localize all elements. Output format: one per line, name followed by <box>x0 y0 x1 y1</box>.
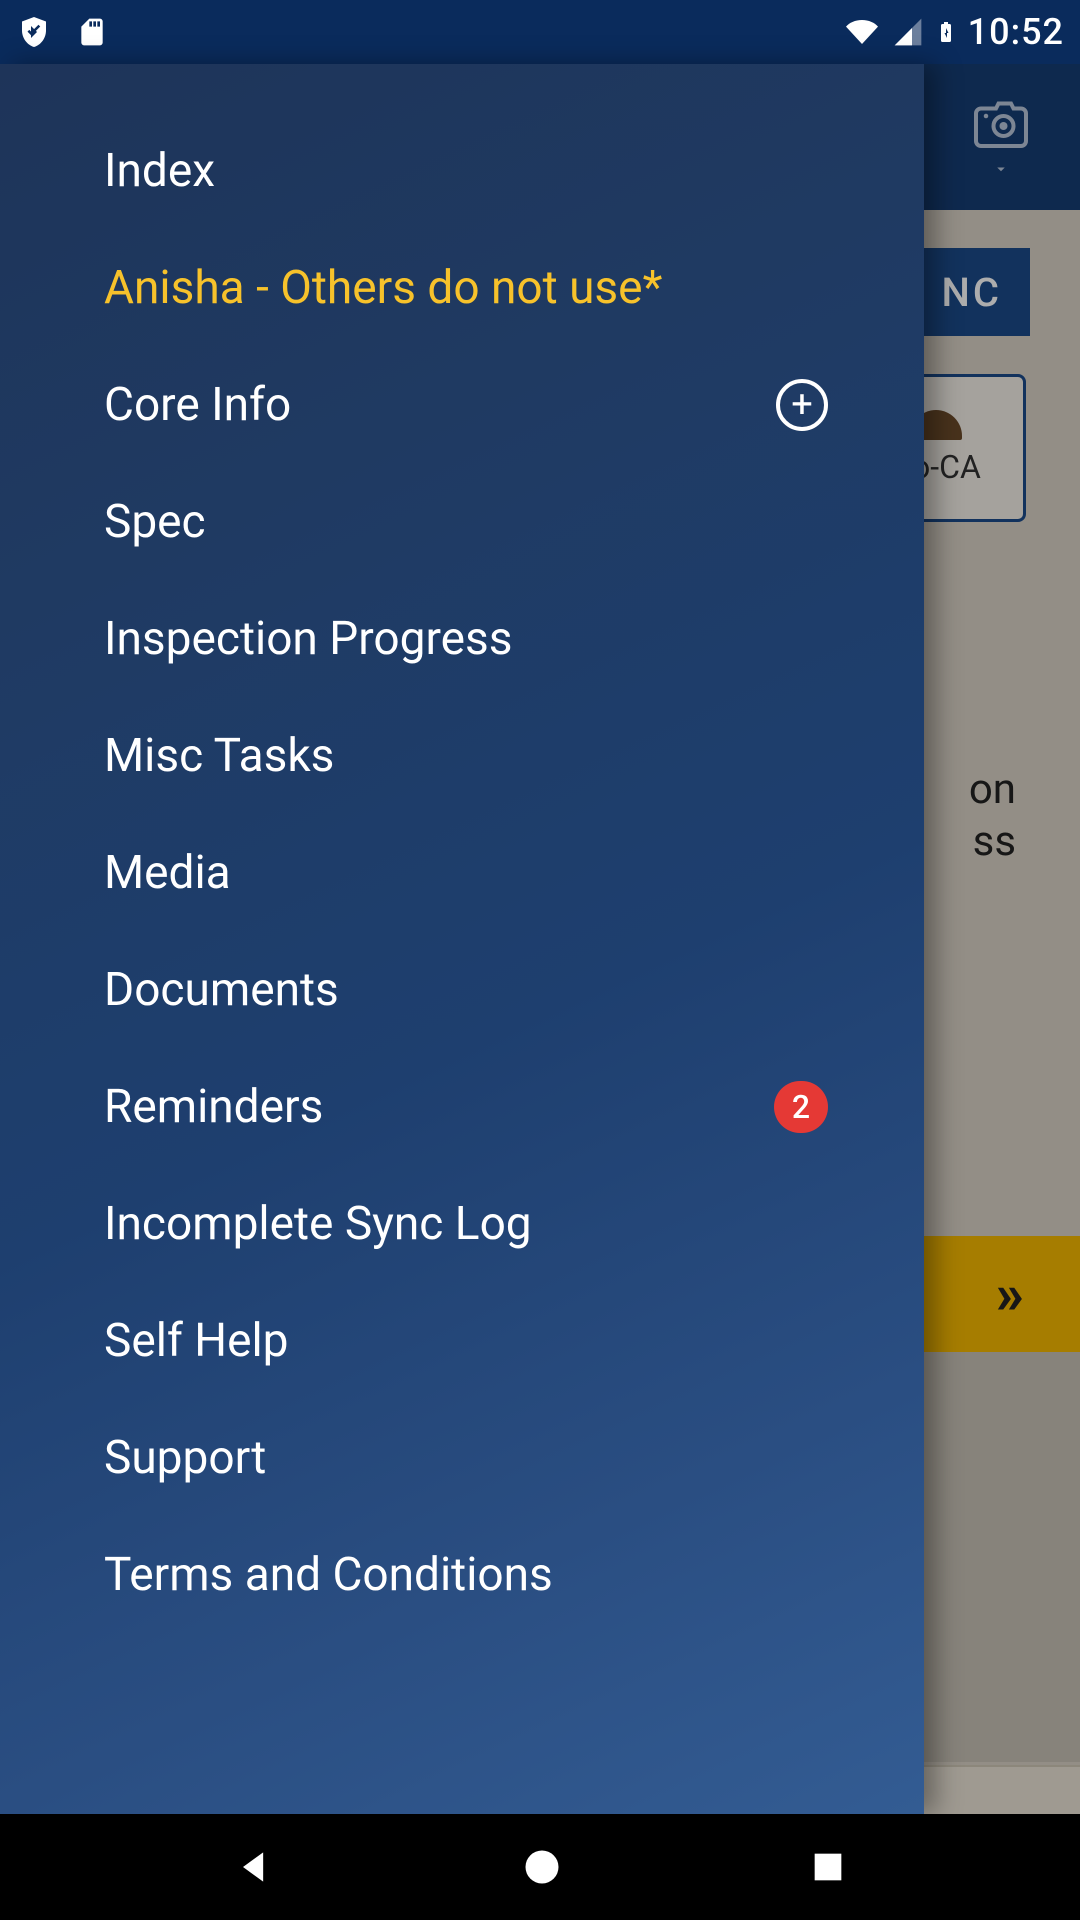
drawer-item-media[interactable]: Media <box>0 814 924 931</box>
drawer-item-label: Spec <box>104 495 206 549</box>
background-text: on ss <box>969 764 1016 868</box>
sync-button-label: NC <box>942 269 1003 316</box>
drawer-item-anisha[interactable]: Anisha - Others do not use* <box>0 229 924 346</box>
drawer-item-action[interactable] <box>776 379 828 431</box>
drawer-item-incomplete-sync-log[interactable]: Incomplete Sync Log <box>0 1165 924 1282</box>
drawer-item-label: Reminders <box>104 1080 323 1134</box>
drawer-item-core-info[interactable]: Core Info <box>0 346 924 463</box>
sync-button[interactable]: NC <box>914 248 1031 336</box>
drawer-item-label: Terms and Conditions <box>104 1548 553 1602</box>
screen: 10:52 NC Co-CA on ss » Index <box>0 0 1080 1920</box>
chevron-down-icon <box>987 160 1015 178</box>
wifi-icon <box>842 16 882 48</box>
status-bar: 10:52 <box>0 0 1080 64</box>
nav-back-icon[interactable] <box>232 1845 276 1889</box>
drawer-item-label: Support <box>104 1431 266 1485</box>
battery-charging-icon <box>934 12 958 52</box>
navigation-drawer: Index Anisha - Others do not use* Core I… <box>0 64 924 1814</box>
camera-dropdown[interactable] <box>962 96 1040 178</box>
signal-icon <box>892 16 924 48</box>
drawer-item-label: Inspection Progress <box>104 612 513 666</box>
drawer-item-label: Media <box>104 846 231 900</box>
drawer-item-terms[interactable]: Terms and Conditions <box>0 1516 924 1633</box>
status-right: 10:52 <box>842 11 1064 53</box>
status-time: 10:52 <box>968 11 1064 53</box>
nav-home-icon[interactable] <box>520 1845 564 1889</box>
drawer-item-index[interactable]: Index <box>0 112 924 229</box>
drawer-item-label: Misc Tasks <box>104 729 334 783</box>
android-nav-bar <box>0 1814 1080 1920</box>
status-left <box>16 12 108 52</box>
drawer-item-misc-tasks[interactable]: Misc Tasks <box>0 697 924 814</box>
drawer-item-reminders[interactable]: Reminders 2 <box>0 1048 924 1165</box>
reminder-count-badge: 2 <box>774 1081 828 1133</box>
bg-text-line2: ss <box>969 816 1016 868</box>
shield-icon <box>16 12 52 52</box>
nav-recent-icon[interactable] <box>808 1847 848 1887</box>
drawer-item-label: Documents <box>104 963 339 1017</box>
drawer-item-label: Core Info <box>104 378 291 432</box>
bg-text-line1: on <box>969 764 1016 816</box>
camera-icon <box>962 96 1040 156</box>
double-chevron-right-icon: » <box>996 1261 1024 1327</box>
drawer-item-support[interactable]: Support <box>0 1399 924 1516</box>
drawer-item-self-help[interactable]: Self Help <box>0 1282 924 1399</box>
drawer-item-badge-wrap: 2 <box>774 1081 828 1133</box>
drawer-item-label: Self Help <box>104 1314 289 1368</box>
drawer-item-inspection-progress[interactable]: Inspection Progress <box>0 580 924 697</box>
drawer-item-label: Incomplete Sync Log <box>104 1197 532 1251</box>
drawer-item-documents[interactable]: Documents <box>0 931 924 1048</box>
drawer-item-spec[interactable]: Spec <box>0 463 924 580</box>
sd-card-icon <box>76 12 108 52</box>
drawer-item-label: Index <box>104 144 215 198</box>
plus-circle-icon <box>776 379 828 431</box>
drawer-item-label: Anisha - Others do not use* <box>104 261 662 315</box>
